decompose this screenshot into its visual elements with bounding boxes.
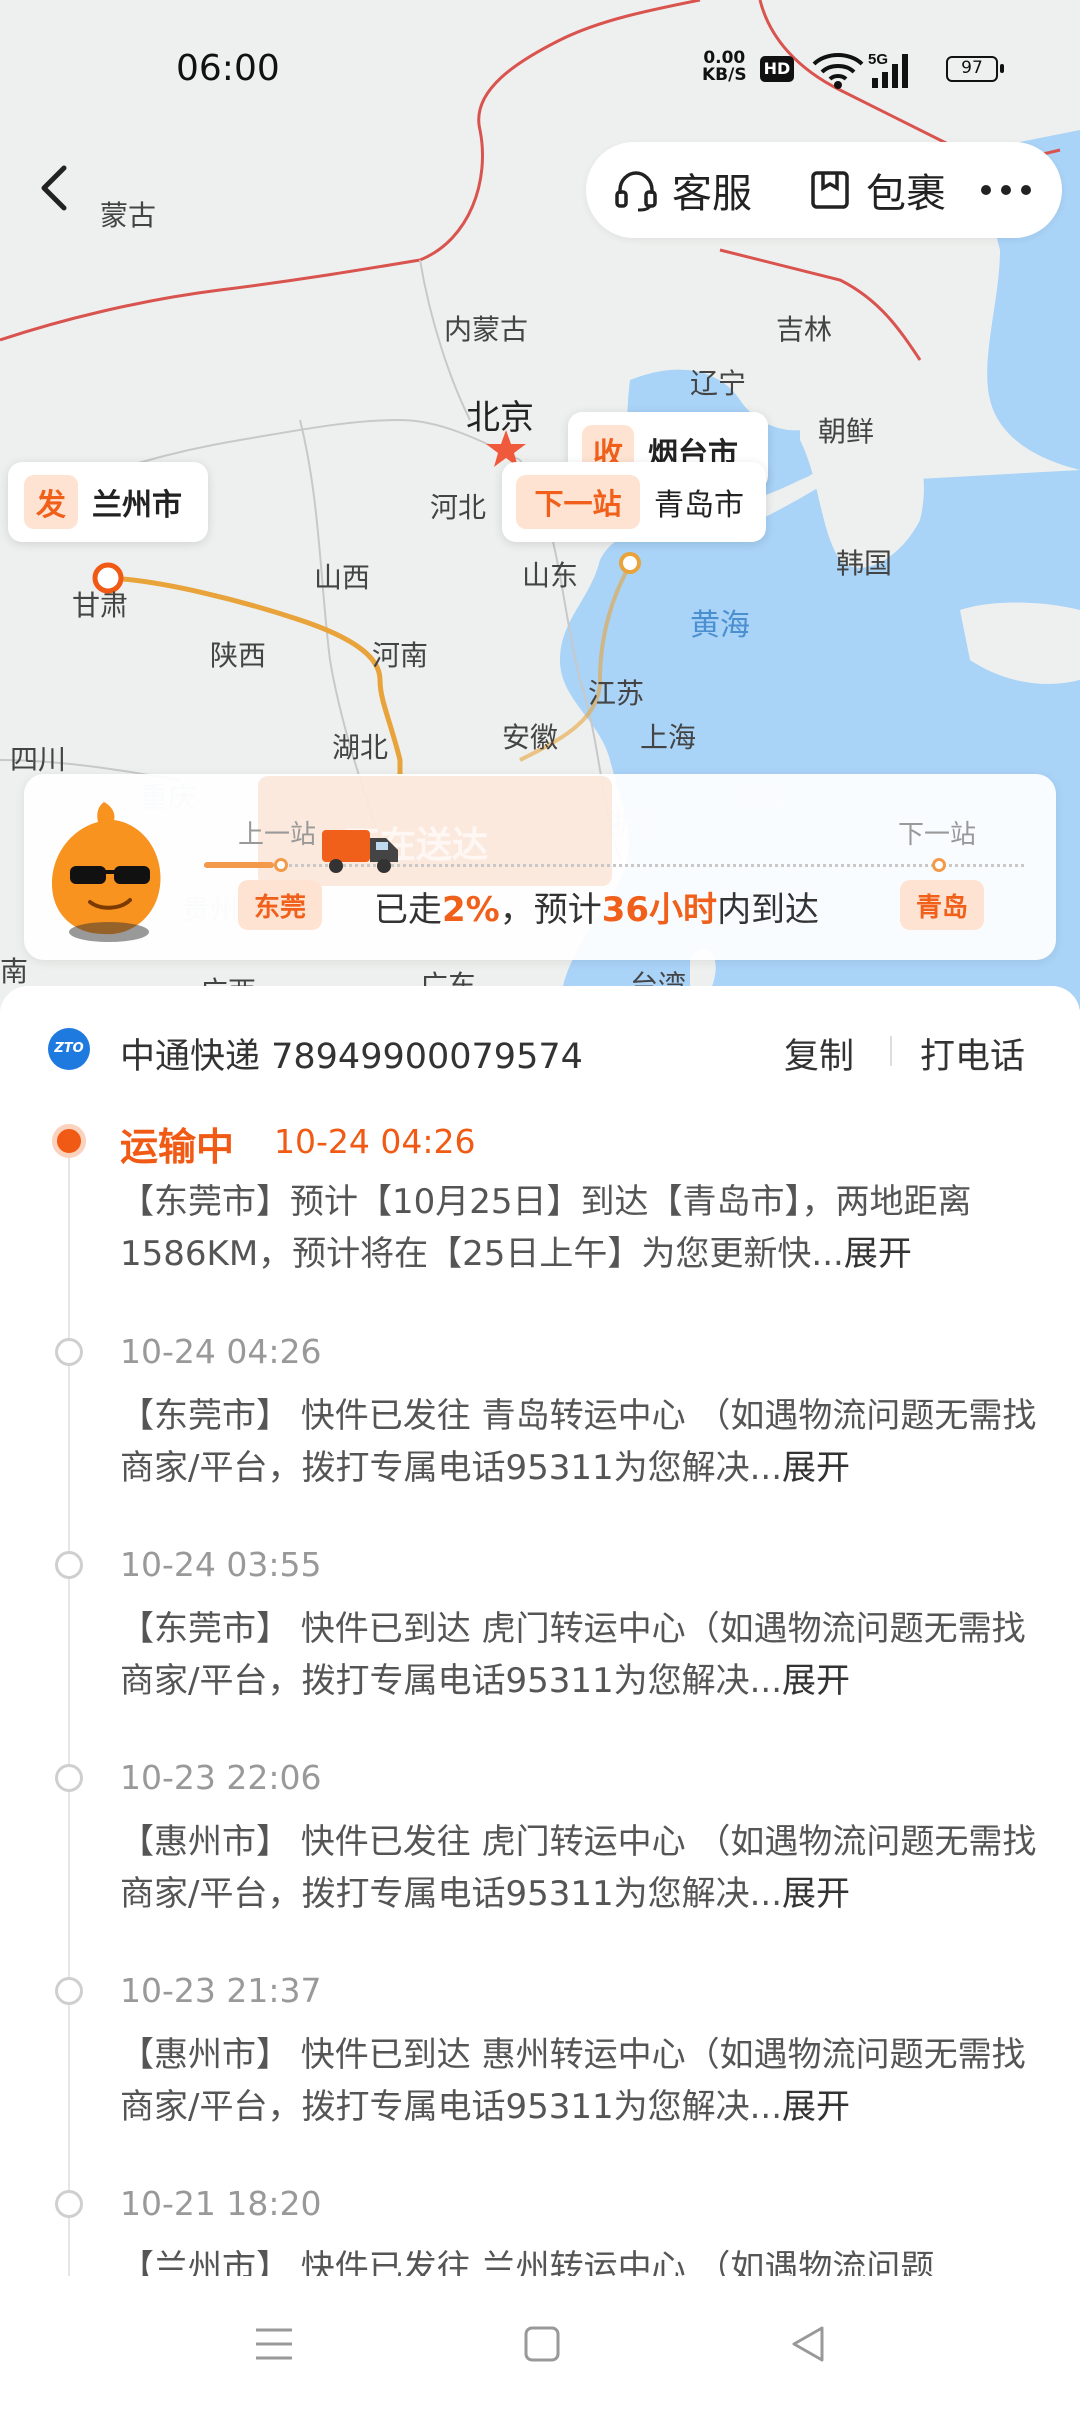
courier-divider xyxy=(890,1036,892,1066)
hd-badge: HD xyxy=(760,56,794,82)
timeline-description: 【东莞市】 快件已发往 青岛转运中心 （如遇物流问题无需找商家/平台，拨打专属电… xyxy=(120,1396,1037,1488)
mascot-icon xyxy=(52,802,161,942)
map-label: 湖北 xyxy=(332,731,389,764)
eta-hours: 36小时 xyxy=(601,890,718,930)
expand-link[interactable]: 展开 xyxy=(782,1448,850,1488)
timeline-active-dot xyxy=(52,1124,86,1158)
timeline-dot xyxy=(55,1551,83,1579)
map-label: 北京 xyxy=(466,398,534,438)
network-speed: 0.00 KB/S xyxy=(702,50,747,84)
call-button[interactable]: 打电话 xyxy=(920,1028,1025,1079)
timeline-dot xyxy=(55,1764,83,1792)
map-label: 甘肃 xyxy=(72,589,129,622)
top-actions-pill: 客服 包裹 xyxy=(586,142,1062,238)
expand-link[interactable]: 展开 xyxy=(782,1661,850,1701)
next-stop-bubble[interactable]: 下一站 青岛市 xyxy=(502,462,766,542)
customer-service-button[interactable]: 客服 xyxy=(614,142,752,238)
origin-tag: 发 xyxy=(24,475,78,529)
truck-icon xyxy=(322,830,398,873)
map-label: 陕西 xyxy=(210,639,267,672)
map-label: 蒙古 xyxy=(100,199,157,232)
previous-stop-label: 上一站 xyxy=(238,820,317,850)
tracking-sheet: ZTO 中通快递 78949900079574 复制 打电话 运输中 10-24… xyxy=(0,986,1080,2276)
courier-tracking-number: 中通快递 78949900079574 xyxy=(120,1037,583,1077)
home-icon[interactable] xyxy=(522,2324,562,2364)
progress-fill xyxy=(204,862,274,868)
timeline-description: 【东莞市】预计【10月25日】到达【青岛市】，两地距离1586KM，预计将在【2… xyxy=(120,1182,972,1274)
more-options-button[interactable] xyxy=(978,142,1048,238)
next-stop-label: 下一站 xyxy=(898,820,977,850)
timeline-time: 10-24 04:26 xyxy=(120,1332,322,1371)
courier-logo: ZTO xyxy=(48,1028,90,1070)
signal-icons: 5G xyxy=(812,51,908,89)
wifi-icon xyxy=(812,53,864,89)
map-label: 江苏 xyxy=(588,677,645,710)
map-label: 辽宁 xyxy=(690,367,747,400)
timeline-time: 10-23 22:06 xyxy=(120,1758,322,1797)
headset-icon xyxy=(615,171,657,212)
battery-icon: 97 xyxy=(946,56,1004,82)
timeline-time: 10-24 04:26 xyxy=(274,1122,476,1161)
customer-service-label: 客服 xyxy=(672,171,752,217)
package-icon xyxy=(811,171,849,209)
courier-row: ZTO 中通快递 78949900079574 复制 打电话 xyxy=(0,986,1080,1114)
status-time: 06:00 xyxy=(176,48,280,89)
map-label: 山西 xyxy=(314,561,371,594)
map-label: 四川 xyxy=(10,743,67,776)
status-bar: 06:00 0.00 KB/S HD 5G 97 xyxy=(0,40,1080,100)
progress-summary: 已走2%，预计36小时内到达 xyxy=(374,890,820,930)
next-stop-city: 青岛市 xyxy=(654,488,744,523)
timeline-dot xyxy=(55,2190,83,2218)
walked-percent: 2% xyxy=(442,890,500,930)
map-label: 河北 xyxy=(430,491,487,524)
delivery-progress-card[interactable]: 正在送达 上一站 下一站 东莞 已走2%，预计36小时内到达 青岛 xyxy=(24,774,1056,960)
network-speed-unit: KB/S xyxy=(702,65,747,85)
progress-end-dot xyxy=(932,858,946,872)
origin-marker-bubble[interactable]: 发 兰州市 xyxy=(8,462,208,542)
map-label: 安徽 xyxy=(502,721,559,754)
timeline-dot xyxy=(55,1977,83,2005)
more-dots-icon xyxy=(981,185,1031,195)
package-label: 包裹 xyxy=(866,171,946,217)
timeline-time: 10-23 21:37 xyxy=(120,1971,322,2010)
expand-link[interactable]: 展开 xyxy=(782,1874,850,1914)
timeline-time: 10-24 03:55 xyxy=(120,1545,322,1584)
map-label: 山东 xyxy=(522,559,579,592)
timeline-dot xyxy=(55,1338,83,1366)
menu-icon[interactable] xyxy=(254,2324,294,2364)
map-label: 吉林 xyxy=(776,313,833,346)
timeline-description: 【惠州市】 快件已到达 惠州转运中心（如遇物流问题无需找商家/平台，拨打专属电话… xyxy=(120,2035,1026,2127)
map-label: 上海 xyxy=(640,721,697,754)
expand-link[interactable]: 展开 xyxy=(844,1234,912,1274)
timeline-status: 运输中 xyxy=(120,1125,235,1169)
map-label: 黄海 xyxy=(690,608,750,643)
back-button[interactable] xyxy=(30,158,80,218)
system-navigation-bar xyxy=(0,2276,1080,2412)
map-label: 内蒙古 xyxy=(444,313,529,346)
back-chevron-icon xyxy=(41,165,67,211)
timeline-time: 10-21 18:20 xyxy=(120,2184,322,2223)
map-label: 河南 xyxy=(372,639,429,672)
timeline-description: 【兰州市】 快件已发往 兰州转运中心 （如遇物流问题 xyxy=(120,2248,935,2276)
to-city-tag: 青岛 xyxy=(900,880,984,930)
timeline-description: 【东莞市】 快件已到达 虎门转运中心（如遇物流问题无需找商家/平台，拨打专属电话… xyxy=(120,1609,1026,1701)
package-button[interactable]: 包裹 xyxy=(808,142,946,238)
from-city-tag: 东莞 xyxy=(238,880,322,930)
progress-start-dot xyxy=(274,858,288,872)
map-label: 朝鲜 xyxy=(818,415,875,448)
origin-city: 兰州市 xyxy=(92,488,182,523)
back-triangle-icon[interactable] xyxy=(788,2324,828,2364)
timeline-line xyxy=(68,1142,70,2276)
copy-button[interactable]: 复制 xyxy=(784,1028,854,1079)
network-type: 5G xyxy=(868,51,888,68)
map-label: 韩国 xyxy=(836,547,893,580)
next-stop-tag: 下一站 xyxy=(516,475,640,529)
expand-link[interactable]: 展开 xyxy=(782,2087,850,2127)
map-label: 南 xyxy=(0,955,29,988)
timeline-description: 【惠州市】 快件已发往 虎门转运中心 （如遇物流问题无需找商家/平台，拨打专属电… xyxy=(120,1822,1037,1914)
